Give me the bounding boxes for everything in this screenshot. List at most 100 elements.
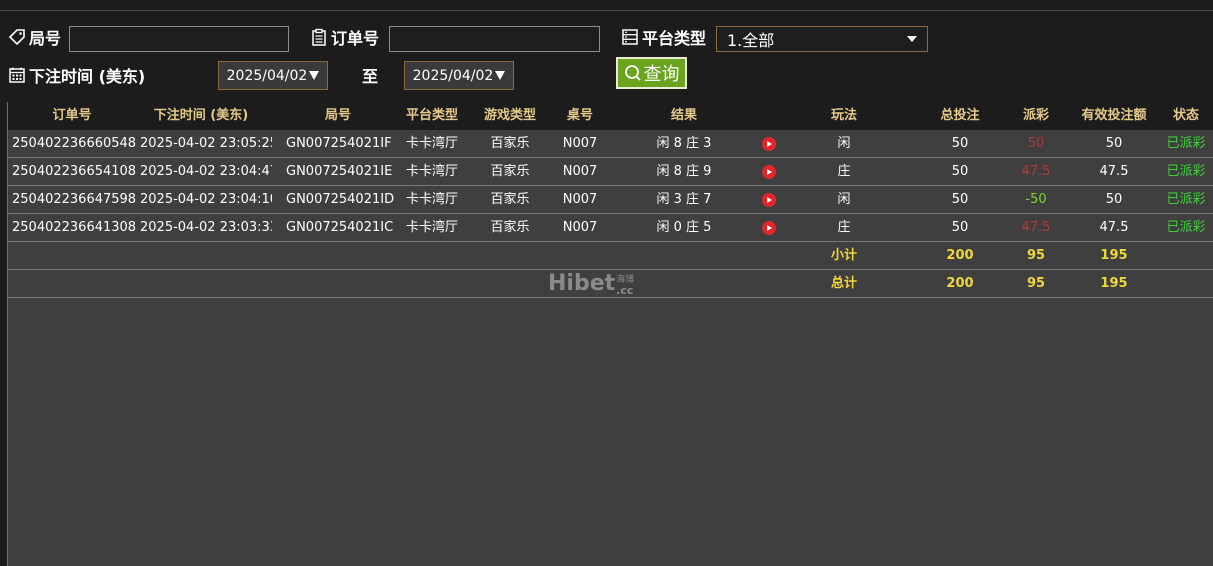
subtotal-row: 小计 200 95 195 bbox=[8, 242, 1213, 270]
cell-result: 闲 3 庄 7 bbox=[656, 192, 712, 207]
bet-time-label: 下注时间 (美东) bbox=[8, 63, 145, 87]
cell-status: 已派彩 bbox=[1166, 220, 1206, 235]
cell-valid-bet: 47.5 bbox=[1099, 164, 1129, 179]
cell-bet-time: 2025-04-02 23:04:47 bbox=[140, 164, 272, 179]
cell-status: 已派彩 bbox=[1166, 136, 1206, 151]
play-replay-icon[interactable] bbox=[762, 221, 776, 235]
cell-round: GN007254021IE bbox=[286, 164, 393, 179]
cell-bet-type: 庄 bbox=[837, 164, 851, 179]
cell-platform: 卡卡湾厅 bbox=[405, 164, 458, 179]
cell-bet-type: 闲 bbox=[837, 136, 851, 151]
platform-select[interactable]: 1.全部 bbox=[716, 26, 928, 52]
cell-table-no: N007 bbox=[562, 164, 598, 179]
top-divider bbox=[0, 10, 1213, 11]
cell-payout: 50 bbox=[1027, 136, 1045, 151]
clipboard-icon bbox=[312, 28, 326, 46]
tag-icon bbox=[8, 29, 25, 46]
cell-payout: 47.5 bbox=[1021, 220, 1051, 235]
cell-bet-time: 2025-04-02 23:03:33 bbox=[140, 220, 272, 235]
cell-payout: -50 bbox=[1025, 192, 1047, 207]
cell-bet-time: 2025-04-02 23:05:25 bbox=[140, 136, 272, 151]
cell-total-bet: 50 bbox=[951, 164, 969, 179]
payout-sum: 95 bbox=[1026, 276, 1046, 291]
header-bet-time: 下注时间 (美东) bbox=[153, 108, 249, 123]
table-row: 250402236647598 2025-04-02 23:04:10 GN0072… bbox=[8, 186, 1213, 214]
triangle-down-icon bbox=[309, 71, 320, 80]
cell-status: 已派彩 bbox=[1166, 164, 1206, 179]
play-replay-icon[interactable] bbox=[762, 137, 776, 151]
cell-bet-type: 闲 bbox=[837, 192, 851, 207]
header-table-no: 桌号 bbox=[566, 108, 593, 123]
chevron-down-icon bbox=[907, 36, 917, 42]
table-row: 250402236641308 2025-04-02 23:03:33 GN0072… bbox=[8, 214, 1213, 242]
table-row: 250402236660548 2025-04-02 23:05:25 GN0072… bbox=[8, 130, 1213, 158]
cell-round: GN007254021ID bbox=[286, 192, 395, 207]
cell-bet-time: 2025-04-02 23:04:10 bbox=[140, 192, 272, 207]
cell-valid-bet: 50 bbox=[1105, 192, 1123, 207]
cell-order: 250402236654108 bbox=[12, 164, 136, 179]
cell-result: 闲 8 庄 3 bbox=[656, 136, 712, 151]
cell-total-bet: 50 bbox=[951, 220, 969, 235]
cell-status: 已派彩 bbox=[1166, 192, 1206, 207]
play-replay-icon[interactable] bbox=[762, 193, 776, 207]
cell-platform: 卡卡湾厅 bbox=[405, 136, 458, 151]
header-platform: 平台类型 bbox=[405, 108, 458, 123]
header-bet-type: 玩法 bbox=[830, 108, 857, 123]
date-from-picker[interactable]: 2025/04/02 bbox=[218, 61, 328, 90]
round-input[interactable] bbox=[69, 26, 289, 52]
round-label: 局号 bbox=[8, 25, 61, 49]
total-bet-sum: 200 bbox=[946, 248, 974, 263]
to-label: 至 bbox=[362, 67, 379, 86]
header-status: 状态 bbox=[1172, 108, 1199, 123]
cell-game: 百家乐 bbox=[490, 192, 530, 207]
header-order: 订单号 bbox=[52, 108, 92, 123]
cell-valid-bet: 50 bbox=[1105, 136, 1123, 151]
watermark-logo: Hibet 海博 .cc bbox=[548, 271, 635, 297]
total-label: 小计 bbox=[830, 248, 857, 263]
cell-game: 百家乐 bbox=[490, 164, 530, 179]
cell-order: 250402236641308 bbox=[12, 220, 136, 235]
header-game: 游戏类型 bbox=[483, 108, 536, 123]
total-bet-sum: 200 bbox=[946, 276, 974, 291]
valid-bet-sum: 195 bbox=[1100, 248, 1128, 263]
cell-round: GN007254021IC bbox=[286, 220, 394, 235]
cell-payout: 47.5 bbox=[1021, 164, 1051, 179]
cell-total-bet: 50 bbox=[951, 136, 969, 151]
query-button[interactable]: 查询 bbox=[616, 57, 687, 89]
orders-table: 订单号 下注时间 (美东) 局号 平台类型 游戏类型 桌号 结果 玩法 总投注 … bbox=[7, 102, 1213, 566]
cell-bet-type: 庄 bbox=[837, 220, 851, 235]
order-input[interactable] bbox=[389, 26, 600, 52]
header-result: 结果 bbox=[670, 108, 697, 123]
triangle-down-icon bbox=[495, 71, 506, 80]
cell-platform: 卡卡湾厅 bbox=[405, 220, 458, 235]
total-label: 总计 bbox=[830, 276, 857, 291]
cell-table-no: N007 bbox=[562, 136, 598, 151]
table-row: 250402236654108 2025-04-02 23:04:47 GN0072… bbox=[8, 158, 1213, 186]
cell-platform: 卡卡湾厅 bbox=[405, 192, 458, 207]
header-total-bet: 总投注 bbox=[940, 108, 980, 123]
cell-result: 闲 8 庄 9 bbox=[656, 164, 712, 179]
table-header: 订单号 下注时间 (美东) 局号 平台类型 游戏类型 桌号 结果 玩法 总投注 … bbox=[8, 102, 1213, 130]
header-payout: 派彩 bbox=[1022, 108, 1049, 123]
cell-order: 250402236647598 bbox=[12, 192, 136, 207]
header-valid-bet: 有效投注额 bbox=[1081, 108, 1147, 123]
play-replay-icon[interactable] bbox=[762, 165, 776, 179]
platform-label: 平台类型 bbox=[621, 25, 706, 49]
cell-total-bet: 50 bbox=[951, 192, 969, 207]
cell-game: 百家乐 bbox=[490, 136, 530, 151]
valid-bet-sum: 195 bbox=[1100, 276, 1128, 291]
date-to-picker[interactable]: 2025/04/02 bbox=[404, 61, 514, 90]
cell-table-no: N007 bbox=[562, 220, 598, 235]
cell-round: GN007254021IF bbox=[286, 136, 392, 151]
order-label: 订单号 bbox=[310, 25, 379, 49]
cell-table-no: N007 bbox=[562, 192, 598, 207]
cell-result: 闲 0 庄 5 bbox=[656, 220, 712, 235]
server-icon bbox=[622, 29, 638, 45]
cell-valid-bet: 47.5 bbox=[1099, 220, 1129, 235]
payout-sum: 95 bbox=[1026, 248, 1046, 263]
header-round: 局号 bbox=[324, 108, 351, 123]
cell-game: 百家乐 bbox=[490, 220, 530, 235]
cell-order: 250402236660548 bbox=[12, 136, 136, 151]
search-icon bbox=[624, 65, 641, 81]
calendar-icon bbox=[9, 67, 25, 83]
